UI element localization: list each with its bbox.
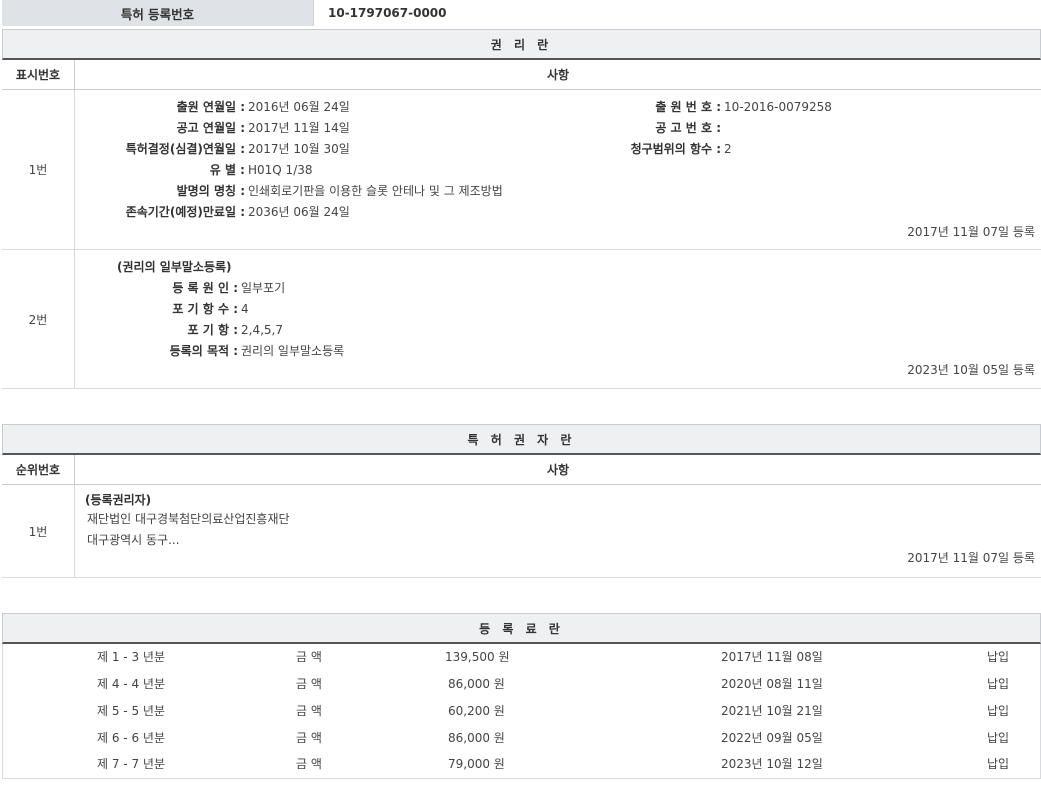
fee-amount: 139,500 원 (445, 644, 509, 671)
field-value: 4 (241, 299, 249, 320)
holder-name: 재단법인 대구경북첨단의료산업진흥재단 (87, 509, 290, 530)
field-key: 존속기간(예정)만료일 : (126, 202, 245, 223)
field-key: 등 록 원 인 : (172, 278, 238, 299)
claims-count-field: 청구범위의 항수 : (2, 139, 721, 160)
field-value: 10-2016-0079258 (724, 97, 832, 118)
fee-row: 제 6 - 6 년분 금 액 86,000 원 2022년 09월 05일 납입 (2, 725, 1041, 752)
fee-amount-label: 금 액 (296, 751, 322, 778)
fee-amount: 60,200 원 (448, 698, 505, 725)
field-value: 인쇄회로기판을 이용한 슬롯 안테나 및 그 제조방법 (248, 181, 503, 202)
classification-field: 유 별 : (2, 160, 245, 181)
fee-status: 납입 (987, 644, 1009, 671)
registration-date: 2023년 10월 05일 등록 (907, 361, 1035, 378)
fee-amount-label: 금 액 (296, 644, 322, 671)
field-key: 발명의 명칭 : (177, 181, 245, 202)
fee-period: 제 6 - 6 년분 (97, 725, 165, 752)
field-value: 일부포기 (241, 278, 285, 299)
waived-claims-field: 포 기 항 : (2, 320, 238, 341)
fee-status: 납입 (987, 751, 1009, 778)
fee-period: 제 7 - 7 년분 (97, 751, 165, 778)
fee-paid-date: 2021년 10월 21일 (721, 698, 823, 725)
rights-header-row: 표시번호 사항 (2, 60, 1041, 90)
holder-header-row: 순위번호 사항 (2, 455, 1041, 485)
expiry-date-field: 존속기간(예정)만료일 : (2, 202, 245, 223)
fee-status: 납입 (987, 725, 1009, 752)
field-value: 2036년 06월 24일 (248, 202, 350, 223)
fee-status: 납입 (987, 698, 1009, 725)
holder-row-1: 1번 (등록권리자) 재단법인 대구경북첨단의료산업진흥재단 대구광역시 동구.… (2, 485, 1041, 578)
rights-row-2: 2번 (권리의 일부말소등록) 등 록 원 인 : 일부포기 포 기 항 수 :… (2, 250, 1041, 389)
field-key: 유 별 : (210, 160, 245, 181)
fee-amount-label: 금 액 (296, 671, 322, 698)
holder-section-title: 특 허 권 자 란 (2, 424, 1041, 455)
fee-amount-label: 금 액 (296, 698, 322, 725)
field-key: 청구범위의 항수 : (631, 139, 721, 160)
fee-status: 납입 (987, 671, 1009, 698)
waived-claim-count-field: 포 기 항 수 : (2, 299, 238, 320)
registration-purpose-field: 등록의 목적 : (2, 341, 238, 362)
registration-number-value: 10-1797067-0000 (314, 0, 1041, 26)
fee-paid-date: 2022년 09월 05일 (721, 725, 823, 752)
rights-row-1: 1번 출원 연월일 : 2016년 06월 24일 공고 연월일 : 2017년… (2, 90, 1041, 250)
field-value: 2,4,5,7 (241, 320, 283, 341)
fee-amount: 86,000 원 (448, 725, 505, 752)
field-key: 공 고 번 호 : (655, 118, 721, 139)
invention-title-field: 발명의 명칭 : (2, 181, 245, 202)
fee-amount: 79,000 원 (448, 751, 505, 778)
fee-paid-date: 2020년 08월 11일 (721, 671, 823, 698)
registration-cause-field: 등 록 원 인 : (2, 278, 238, 299)
fee-row: 제 7 - 7 년분 금 액 79,000 원 2023년 10월 12일 납입 (2, 751, 1041, 778)
field-key: 출 원 번 호 : (655, 97, 721, 118)
rights-col-matter: 사항 (75, 60, 1041, 89)
field-key: 등록의 목적 : (170, 341, 238, 362)
fee-row: 제 5 - 5 년분 금 액 60,200 원 2021년 10월 21일 납입 (2, 698, 1041, 725)
rights-section-title: 권 리 란 (2, 29, 1041, 60)
fee-period: 제 5 - 5 년분 (97, 698, 165, 725)
fee-period: 제 1 - 3 년분 (97, 644, 165, 671)
registration-date: 2017년 11월 07일 등록 (907, 223, 1035, 240)
partial-cancellation-heading: (권리의 일부말소등록) (117, 257, 232, 278)
fee-section-title: 등 록 료 란 (2, 613, 1041, 644)
fee-amount: 86,000 원 (448, 671, 505, 698)
holder-address: 대구광역시 동구... (87, 530, 180, 551)
fee-paid-date: 2017년 11월 08일 (721, 644, 823, 671)
registration-number-bar: 특허 등록번호 10-1797067-0000 (0, 0, 1041, 26)
holder-row-number: 1번 (2, 485, 75, 577)
fee-paid-date: 2023년 10월 12일 (721, 751, 823, 778)
field-key: 포 기 항 : (188, 320, 238, 341)
field-value: H01Q 1/38 (248, 160, 313, 181)
field-value: 권리의 일부말소등록 (241, 341, 344, 362)
field-value: 2 (724, 139, 732, 160)
publication-number-field: 공 고 번 호 : (2, 118, 721, 139)
fee-row: 제 1 - 3 년분 금 액 139,500 원 2017년 11월 08일 납… (2, 644, 1041, 671)
fee-amount-label: 금 액 (296, 725, 322, 752)
holder-col-number: 순위번호 (2, 455, 75, 484)
registered-holder-heading: (등록권리자) (85, 490, 151, 511)
registration-number-label: 특허 등록번호 (2, 0, 314, 26)
fee-row: 제 4 - 4 년분 금 액 86,000 원 2020년 08월 11일 납입 (2, 671, 1041, 698)
field-key: 포 기 항 수 : (172, 299, 238, 320)
holder-col-matter: 사항 (75, 455, 1041, 484)
fee-period: 제 4 - 4 년분 (97, 671, 165, 698)
application-number-field: 출 원 번 호 : (2, 97, 721, 118)
registration-date: 2017년 11월 07일 등록 (907, 549, 1035, 566)
rights-col-number: 표시번호 (2, 60, 75, 89)
